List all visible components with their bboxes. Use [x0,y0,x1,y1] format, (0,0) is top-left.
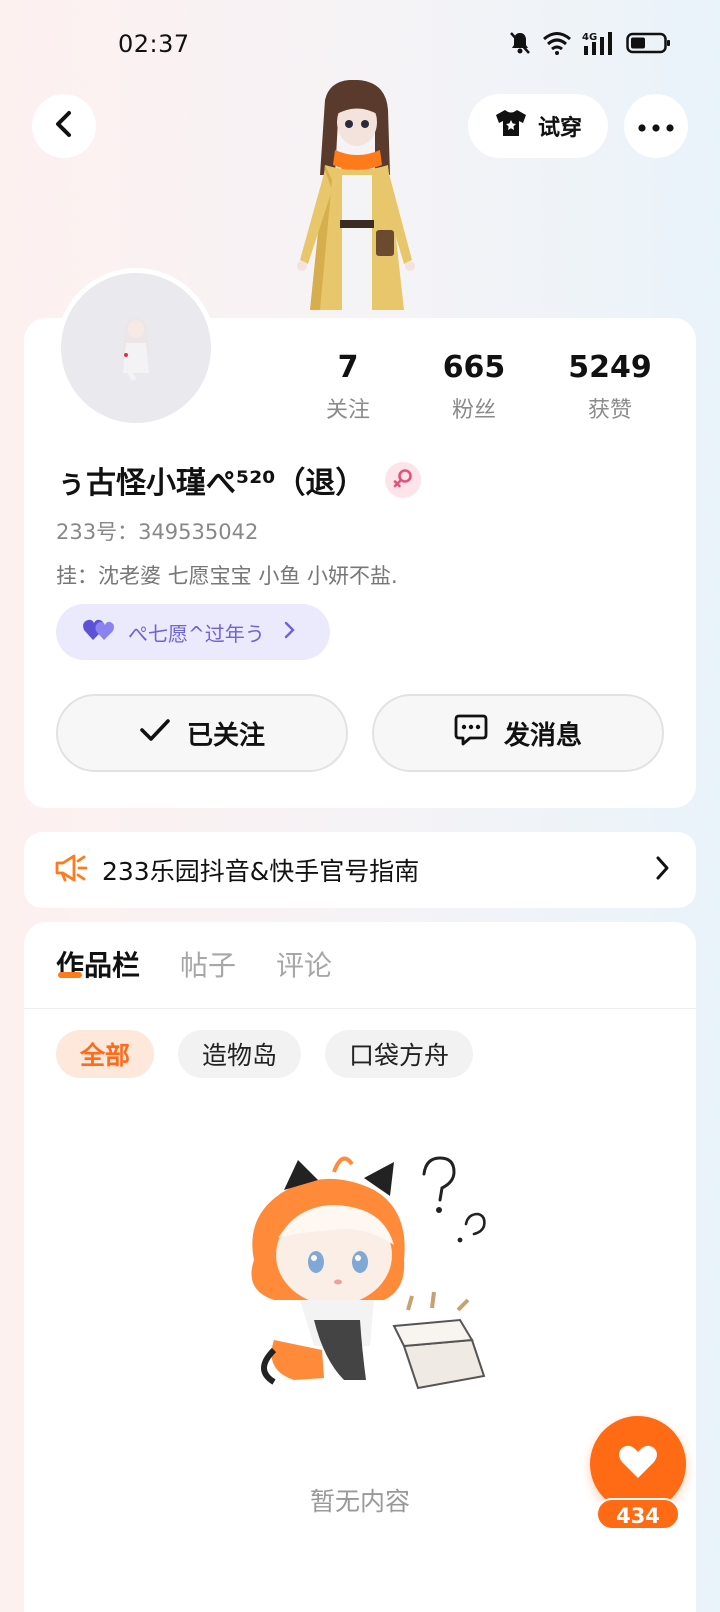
followed-button[interactable]: 已关注 [56,694,348,772]
stat-label: 关注 [325,398,370,423]
tshirt-icon [494,108,528,144]
try-on-label: 试穿 [537,116,582,141]
mute-icon [508,30,532,56]
back-icon [53,110,75,142]
empty-state-illustration [234,1150,534,1410]
user-id: 233号：349535042 [56,520,259,544]
try-on-button[interactable]: 试穿 [468,94,608,158]
chevron-right-icon [654,854,670,886]
tab-posts[interactable]: 帖子 [180,944,236,1004]
notice-text: 233乐园抖音&快手官号指南 [102,857,420,886]
profile-stats: 7 关注 665 粉丝 5249 获赞 [290,350,690,424]
chip-creation-island[interactable]: 造物岛 [178,1030,302,1078]
stat-fans[interactable]: 665 粉丝 [406,350,542,424]
cp-label: ぺ七愿^过年う [128,621,265,646]
chip-pocket-ark[interactable]: 口袋方舟 [325,1030,474,1078]
battery-icon [626,31,672,55]
more-button[interactable] [624,94,688,158]
avatar[interactable] [56,268,216,428]
content-tabs: 作品栏 帖子 评论 [56,944,332,1004]
username-row: ぅ古怪小瑾ぺ⁵²⁰（退） [56,458,422,502]
stat-label: 粉丝 [451,398,496,423]
stat-likes[interactable]: 5249 获赞 [542,350,678,424]
check-icon [139,718,171,749]
like-count: 434 [596,1498,680,1530]
filter-chips: 全部 造物岛 口袋方舟 [56,1030,474,1078]
username: ぅ古怪小瑾ぺ⁵²⁰（退） [56,466,366,501]
stat-value: 5249 [568,350,652,385]
tab-comments[interactable]: 评论 [276,944,332,1004]
tabs-divider [24,1008,696,1009]
stat-following[interactable]: 7 关注 [290,350,406,424]
megaphone-icon [54,853,88,887]
stat-value: 665 [442,350,506,385]
svg-text:4G: 4G [582,32,597,43]
cp-relation-pill[interactable]: ぺ七愿^过年う [56,604,330,660]
back-button[interactable] [32,94,96,158]
stat-value: 7 [337,350,359,385]
avatar-figure [123,318,149,381]
chevron-right-icon [283,620,295,645]
more-icon [638,117,674,136]
notice-bar[interactable]: 233乐园抖音&快手官号指南 [24,832,696,908]
status-time: 02:37 [118,30,190,58]
send-message-label: 发消息 [503,720,582,751]
chat-bubble-icon [454,714,488,753]
chip-all[interactable]: 全部 [56,1030,155,1078]
bio: 挂：沈老婆 七愿宝宝 小鱼 小妍不盐. [56,564,398,588]
send-message-button[interactable]: 发消息 [372,694,664,772]
gender-badge [385,462,422,498]
couple-heart-icon [82,618,116,647]
status-bar: 02:37 4G [0,0,720,90]
status-icons: 4G [508,30,672,56]
wifi-icon [542,31,572,55]
heart-icon [618,1444,658,1484]
active-tab-indicator [58,972,82,978]
female-icon [392,467,414,493]
avatar-3d-figure [280,79,430,320]
followed-label: 已关注 [186,720,265,751]
signal-icon: 4G [582,30,616,56]
stat-label: 获赞 [587,398,632,423]
content-card: 作品栏 帖子 评论 全部 造物岛 口袋方舟 暂无内容 [24,922,696,1612]
